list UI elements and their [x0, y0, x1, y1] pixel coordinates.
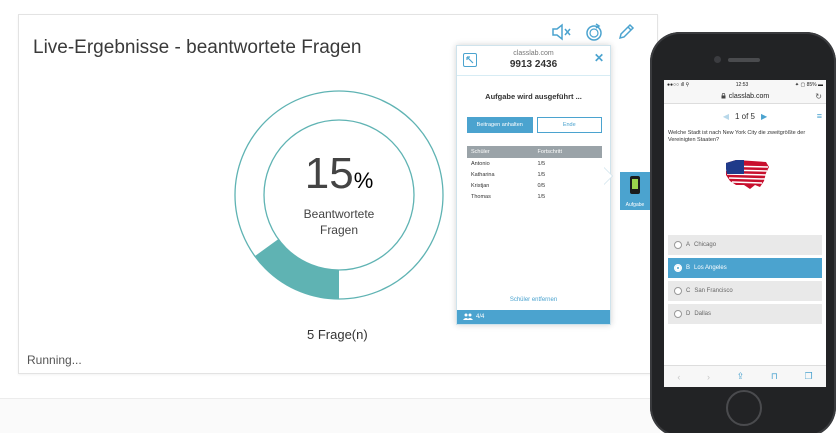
- back-icon[interactable]: ‹: [677, 372, 680, 382]
- phone-speaker: [728, 58, 760, 62]
- question-pager: ◀ 1 of 5 ▶: [664, 108, 826, 124]
- donut-center: 15% Beantwortete Fragen: [229, 85, 449, 305]
- student-progress: 1/5: [537, 160, 546, 167]
- phone-address-bar[interactable]: classlab.com: [664, 90, 826, 104]
- phone-signal: ●●○○ ıll ⚲: [667, 82, 690, 88]
- option-text: Dallas: [694, 311, 712, 317]
- radio-button[interactable]: [674, 287, 682, 295]
- column-header-progress: Fortschritt: [533, 146, 602, 158]
- reload-icon[interactable]: ↻: [815, 92, 822, 101]
- answer-option-a[interactable]: A Chicago: [668, 235, 822, 255]
- option-text: Chicago: [694, 242, 717, 248]
- column-header-student: Schüler: [467, 146, 534, 158]
- stop-submissions-button[interactable]: Beitragen anhalten: [467, 117, 533, 133]
- edit-pencil-icon[interactable]: [615, 21, 637, 43]
- status-text: Running...: [27, 353, 82, 367]
- browser-toolbar: ‹ › ⇪ ⊓ ❐: [664, 365, 826, 387]
- phone-url: classlab.com: [728, 93, 770, 100]
- popup-footer: 4/4: [457, 310, 610, 324]
- student-progress: 0/5: [537, 182, 546, 189]
- end-button[interactable]: Ende: [536, 117, 602, 133]
- bottom-strip: [0, 398, 660, 433]
- percent-value: 15: [304, 149, 354, 198]
- student-name: Thomas: [471, 193, 491, 200]
- radio-button[interactable]: [674, 310, 682, 318]
- table-row: Kristjan 0/5: [467, 180, 602, 191]
- percent-label: Beantwortete Fragen: [303, 207, 375, 237]
- student-progress: 1/5: [537, 171, 546, 178]
- phone-icon: [629, 175, 641, 200]
- lock-icon: [721, 92, 726, 101]
- phone-battery: ✦ ▢ 85% ▬: [794, 82, 823, 88]
- percent-sign: %: [353, 168, 374, 193]
- tabs-icon[interactable]: ❐: [805, 371, 813, 382]
- popup-button-row: Beitragen anhalten Ende: [467, 117, 602, 133]
- progress-donut: 15% Beantwortete Fragen: [229, 85, 449, 305]
- answer-option-d[interactable]: D Dallas: [668, 304, 822, 324]
- student-progress: 1/5: [537, 193, 546, 200]
- toolbar: [551, 21, 637, 43]
- bookmarks-icon[interactable]: ⊓: [771, 371, 778, 382]
- pager-label: 1 of 5: [734, 111, 755, 121]
- popup-domain: classlab.com: [513, 50, 554, 57]
- table-row: Antonio 1/5: [467, 158, 602, 169]
- answer-option-b[interactable]: B Los Angeles: [668, 258, 822, 278]
- option-text: Los Angeles: [694, 265, 727, 271]
- option-letter: B: [686, 265, 691, 271]
- menu-icon[interactable]: ≡: [817, 111, 822, 121]
- answer-option-c[interactable]: C San Francisco: [668, 281, 822, 301]
- share-icon[interactable]: ⇪: [737, 371, 745, 382]
- connected-count: 4/4: [476, 314, 485, 320]
- option-text: San Francisco: [694, 288, 733, 294]
- question-count: 5 Frage(n): [307, 327, 368, 342]
- assignment-badge[interactable]: Aufgabe: [620, 172, 650, 210]
- option-letter: D: [686, 311, 691, 317]
- users-icon: [463, 313, 473, 322]
- phone-time: 12:53: [735, 82, 749, 88]
- option-letter: C: [686, 288, 691, 294]
- popup-pointer: [603, 167, 612, 185]
- mute-icon[interactable]: [551, 21, 573, 43]
- prev-arrow-icon[interactable]: ◀: [723, 112, 729, 121]
- student-name: Katharina: [471, 171, 495, 178]
- table-row: Thomas 1/5: [467, 191, 602, 202]
- next-arrow-icon[interactable]: ▶: [761, 112, 767, 121]
- table-header-row: Schüler Fortschritt: [467, 146, 602, 158]
- home-button[interactable]: [726, 390, 762, 426]
- student-name: Kristjan: [471, 182, 490, 189]
- option-letter: A: [686, 242, 691, 248]
- assignment-badge-label: Aufgabe: [625, 201, 645, 208]
- radio-button[interactable]: [674, 264, 682, 272]
- student-name: Antonio: [471, 160, 490, 167]
- usa-flag-map-icon: [725, 160, 769, 189]
- session-code: 9913 2436: [509, 59, 558, 70]
- session-popup: classlab.com 9913 2436 ✕ Aufgabe wird au…: [456, 45, 611, 325]
- student-table: Schüler Fortschritt Antonio 1/5 Katharin…: [467, 146, 602, 202]
- phone-status-bar: ●●○○ ıll ⚲ 12:53 ✦ ▢ 85% ▬: [664, 80, 826, 90]
- refresh-icon[interactable]: [583, 21, 605, 43]
- close-icon[interactable]: ✕: [594, 51, 604, 65]
- task-status: Aufgabe wird ausgeführt ...: [485, 92, 582, 101]
- screen: Live-Ergebnisse - beantwortete Fragen 15…: [0, 0, 840, 433]
- page-title: Live-Ergebnisse - beantwortete Fragen: [33, 37, 362, 58]
- popup-header: classlab.com 9913 2436 ✕: [457, 46, 610, 76]
- question-text: Welche Stadt ist nach New York City die …: [668, 130, 806, 143]
- percent-readout: 15%: [305, 152, 374, 196]
- table-row: Katharina 1/5: [467, 169, 602, 180]
- phone-screen: ●●○○ ıll ⚲ 12:53 ✦ ▢ 85% ▬ classlab.com …: [664, 80, 826, 387]
- forward-icon[interactable]: ›: [707, 372, 710, 382]
- radio-button[interactable]: [674, 241, 682, 249]
- phone-camera: [714, 56, 721, 63]
- remove-students-link[interactable]: Schüler entfernen: [457, 297, 610, 303]
- phone-device: ●●○○ ıll ⚲ 12:53 ✦ ▢ 85% ▬ classlab.com …: [650, 32, 836, 433]
